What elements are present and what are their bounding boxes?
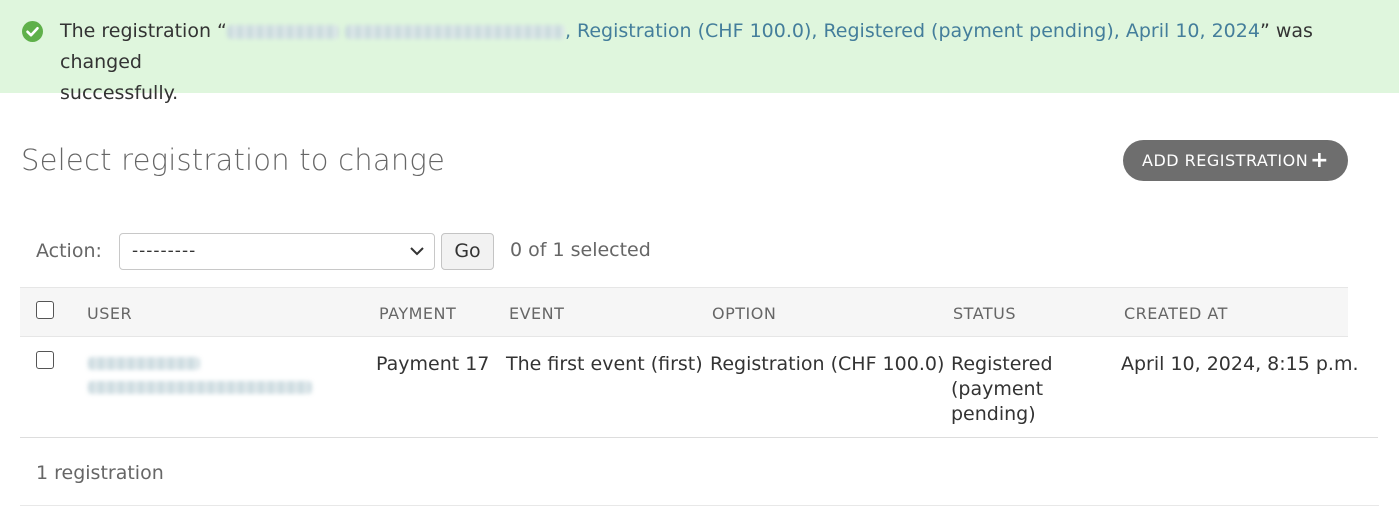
column-header-event[interactable]: EVENT bbox=[509, 304, 564, 323]
plus-icon: + bbox=[1310, 148, 1329, 173]
event-cell: The first event (first) bbox=[506, 353, 703, 375]
table-row: Payment 17 The first event (first) Regis… bbox=[20, 337, 1378, 438]
column-header-option[interactable]: OPTION bbox=[712, 304, 776, 323]
action-select[interactable]: --------- bbox=[119, 233, 435, 270]
table-header: USER PAYMENT EVENT OPTION STATUS CREATED… bbox=[20, 287, 1348, 337]
message-line2: successfully. bbox=[60, 82, 179, 104]
add-registration-button[interactable]: ADD REGISTRATION + bbox=[1123, 140, 1348, 181]
row-checkbox[interactable] bbox=[36, 351, 54, 369]
status-cell: Registered (payment pending) bbox=[951, 353, 1053, 425]
chevron-down-icon bbox=[408, 240, 426, 267]
selection-counter: 0 of 1 selected bbox=[510, 239, 651, 261]
column-header-created-at[interactable]: CREATED AT bbox=[1124, 304, 1228, 323]
success-message: The registration “ , Registration (CHF 1… bbox=[0, 0, 1399, 104]
check-circle-icon bbox=[22, 21, 43, 42]
payment-cell: Payment 17 bbox=[376, 353, 490, 375]
user-email bbox=[88, 381, 312, 394]
page-title: Select registration to change bbox=[21, 143, 446, 177]
column-header-status[interactable]: STATUS bbox=[953, 304, 1016, 323]
column-header-payment[interactable]: PAYMENT bbox=[379, 304, 456, 323]
column-header-user[interactable]: USER bbox=[87, 304, 132, 323]
select-all-checkbox[interactable] bbox=[36, 301, 54, 319]
registration-link[interactable]: , Registration (CHF 100.0), Registered (… bbox=[226, 20, 1260, 42]
action-label: Action: bbox=[36, 240, 102, 262]
option-cell: Registration (CHF 100.0) bbox=[710, 353, 945, 375]
divider bbox=[20, 505, 1379, 506]
result-count: 1 registration bbox=[36, 462, 164, 484]
go-button[interactable]: Go bbox=[441, 233, 494, 270]
created-at-cell: April 10, 2024, 8:15 p.m. bbox=[1121, 353, 1359, 375]
user-name-link[interactable] bbox=[88, 357, 200, 370]
message-prefix: The registration “ bbox=[60, 20, 227, 42]
